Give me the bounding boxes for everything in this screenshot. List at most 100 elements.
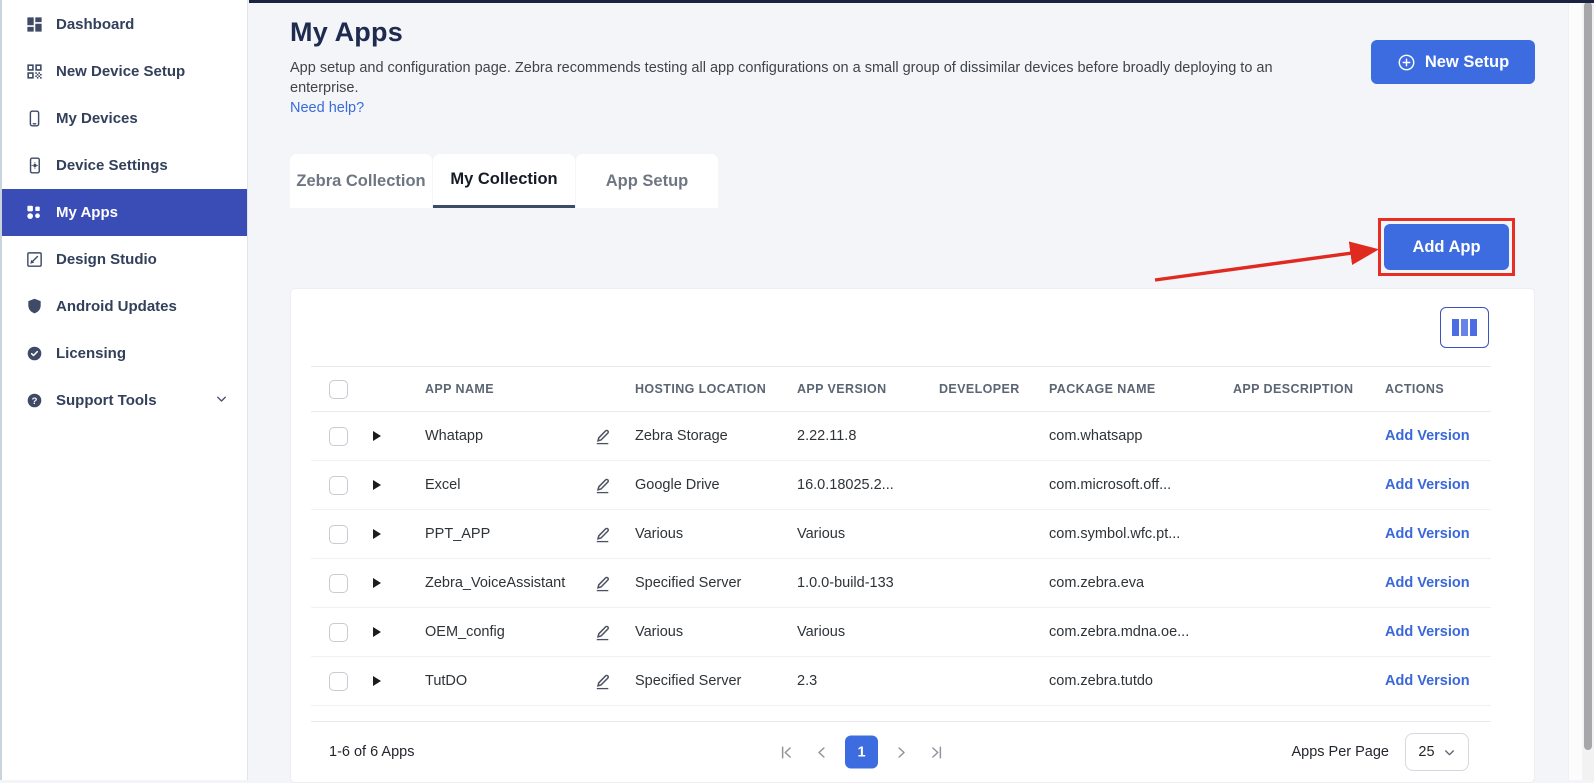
app-version: 1.0.0-build-133 — [797, 575, 939, 591]
app-name: OEM_config — [425, 624, 593, 640]
need-help-link[interactable]: Need help? — [290, 98, 364, 118]
sidebar-item-label: Support Tools — [56, 392, 157, 409]
sidebar-item-label: New Device Setup — [56, 63, 185, 80]
sidebar-item-my-devices[interactable]: My Devices — [0, 95, 247, 142]
package-name: com.zebra.eva — [1049, 575, 1233, 591]
row-checkbox[interactable] — [329, 525, 348, 544]
expand-row-icon[interactable] — [373, 431, 381, 441]
column-header-hosting-location: HOSTING LOCATION — [635, 382, 797, 396]
table-row: TutDO Specified Server 2.3 com.zebra.tut… — [311, 657, 1491, 706]
page-title: My Apps — [290, 17, 1535, 48]
next-page-button[interactable] — [888, 739, 914, 765]
scrollbar-thumb[interactable] — [1584, 2, 1592, 750]
edit-icon[interactable] — [593, 525, 612, 544]
edit-icon[interactable] — [593, 574, 612, 593]
expand-row-icon[interactable] — [373, 578, 381, 588]
chevron-down-icon — [214, 391, 229, 410]
per-page-value: 25 — [1418, 744, 1434, 760]
add-version-link[interactable]: Add Version — [1385, 428, 1470, 444]
column-header-package-name: PACKAGE NAME — [1049, 382, 1233, 396]
package-name: com.whatsapp — [1049, 428, 1233, 444]
main-content: My Apps App setup and configuration page… — [249, 0, 1594, 780]
per-page-control: Apps Per Page 25 — [1291, 733, 1469, 771]
first-page-button[interactable] — [773, 739, 799, 765]
column-header-app-version: APP VERSION — [797, 382, 939, 396]
sidebar-item-dashboard[interactable]: Dashboard — [0, 1, 247, 48]
sidebar-item-licensing[interactable]: Licensing — [0, 330, 247, 377]
add-version-link[interactable]: Add Version — [1385, 624, 1470, 640]
edit-icon[interactable] — [593, 623, 612, 642]
verified-badge-icon — [24, 344, 44, 364]
add-version-link[interactable]: Add Version — [1385, 526, 1470, 542]
current-page-button[interactable]: 1 — [845, 736, 878, 769]
expand-row-icon[interactable] — [373, 480, 381, 490]
sidebar-item-android-updates[interactable]: Android Updates — [0, 283, 247, 330]
sidebar-item-new-device-setup[interactable]: New Device Setup — [0, 48, 247, 95]
smartphone-icon — [24, 109, 44, 129]
edit-icon[interactable] — [593, 672, 612, 691]
app-version: 2.22.11.8 — [797, 428, 939, 444]
app-name: Whatapp — [425, 428, 593, 444]
qr-code-icon — [24, 62, 44, 82]
tab-zebra-collection[interactable]: Zebra Collection — [290, 154, 432, 208]
row-checkbox[interactable] — [329, 574, 348, 593]
column-header-app-name: APP NAME — [425, 382, 593, 396]
row-checkbox[interactable] — [329, 427, 348, 446]
last-page-button[interactable] — [924, 739, 950, 765]
sidebar-item-label: Licensing — [56, 345, 126, 362]
plus-circle-icon — [1397, 53, 1416, 72]
dashboard-icon — [24, 15, 44, 35]
table-row: Whatapp Zebra Storage 2.22.11.8 com.what… — [311, 412, 1491, 461]
sidebar-item-device-settings[interactable]: Device Settings — [0, 142, 247, 189]
new-setup-label: New Setup — [1425, 53, 1509, 72]
sidebar-item-design-studio[interactable]: Design Studio — [0, 236, 247, 283]
previous-page-button[interactable] — [809, 739, 835, 765]
chevron-down-icon — [1443, 746, 1456, 759]
tab-app-setup[interactable]: App Setup — [576, 154, 718, 208]
table-row: Excel Google Drive 16.0.18025.2... com.m… — [311, 461, 1491, 510]
expand-row-icon[interactable] — [373, 529, 381, 539]
hosting-location: Various — [635, 624, 797, 640]
hosting-location: Specified Server — [635, 673, 797, 689]
add-app-button[interactable]: Add App — [1384, 224, 1509, 270]
sidebar-item-support-tools[interactable]: ? Support Tools — [0, 377, 247, 424]
scrollbar[interactable] — [1582, 0, 1594, 780]
hosting-location: Specified Server — [635, 575, 797, 591]
help-circle-icon: ? — [24, 391, 44, 411]
results-summary: 1-6 of 6 Apps — [329, 744, 414, 760]
sidebar-item-my-apps[interactable]: My Apps — [0, 189, 247, 236]
app-version: 16.0.18025.2... — [797, 477, 939, 493]
app-name: Excel — [425, 477, 593, 493]
package-name: com.symbol.wfc.pt... — [1049, 526, 1233, 542]
row-checkbox[interactable] — [329, 672, 348, 691]
edit-icon[interactable] — [593, 427, 612, 446]
row-checkbox[interactable] — [329, 476, 348, 495]
table-row: PPT_APP Various Various com.symbol.wfc.p… — [311, 510, 1491, 559]
column-header-app-description: APP DESCRIPTION — [1233, 382, 1385, 396]
per-page-select[interactable]: 25 — [1405, 733, 1469, 771]
hosting-location: Google Drive — [635, 477, 797, 493]
app-version: Various — [797, 526, 939, 542]
expand-row-icon[interactable] — [373, 676, 381, 686]
expand-row-icon[interactable] — [373, 627, 381, 637]
tab-my-collection[interactable]: My Collection — [433, 154, 575, 208]
column-view-button[interactable] — [1440, 307, 1489, 348]
page-header: My Apps App setup and configuration page… — [290, 0, 1535, 118]
add-app-row: Add App — [290, 208, 1535, 288]
row-checkbox[interactable] — [329, 623, 348, 642]
app-version: Various — [797, 624, 939, 640]
annotation-highlight-box: Add App — [1378, 218, 1515, 276]
top-accent-strip — [249, 0, 1594, 3]
package-name: com.microsoft.off... — [1049, 477, 1233, 493]
add-version-link[interactable]: Add Version — [1385, 673, 1470, 689]
app-name: Zebra_VoiceAssistant — [425, 575, 593, 591]
hosting-location: Zebra Storage — [635, 428, 797, 444]
select-all-checkbox[interactable] — [329, 380, 348, 399]
edit-icon[interactable] — [593, 476, 612, 495]
add-version-link[interactable]: Add Version — [1385, 575, 1470, 591]
screen-left-edge — [0, 0, 2, 780]
annotation-arrow — [1150, 238, 1400, 288]
design-cursor-icon — [24, 250, 44, 270]
new-setup-button[interactable]: New Setup — [1371, 40, 1535, 84]
add-version-link[interactable]: Add Version — [1385, 477, 1470, 493]
